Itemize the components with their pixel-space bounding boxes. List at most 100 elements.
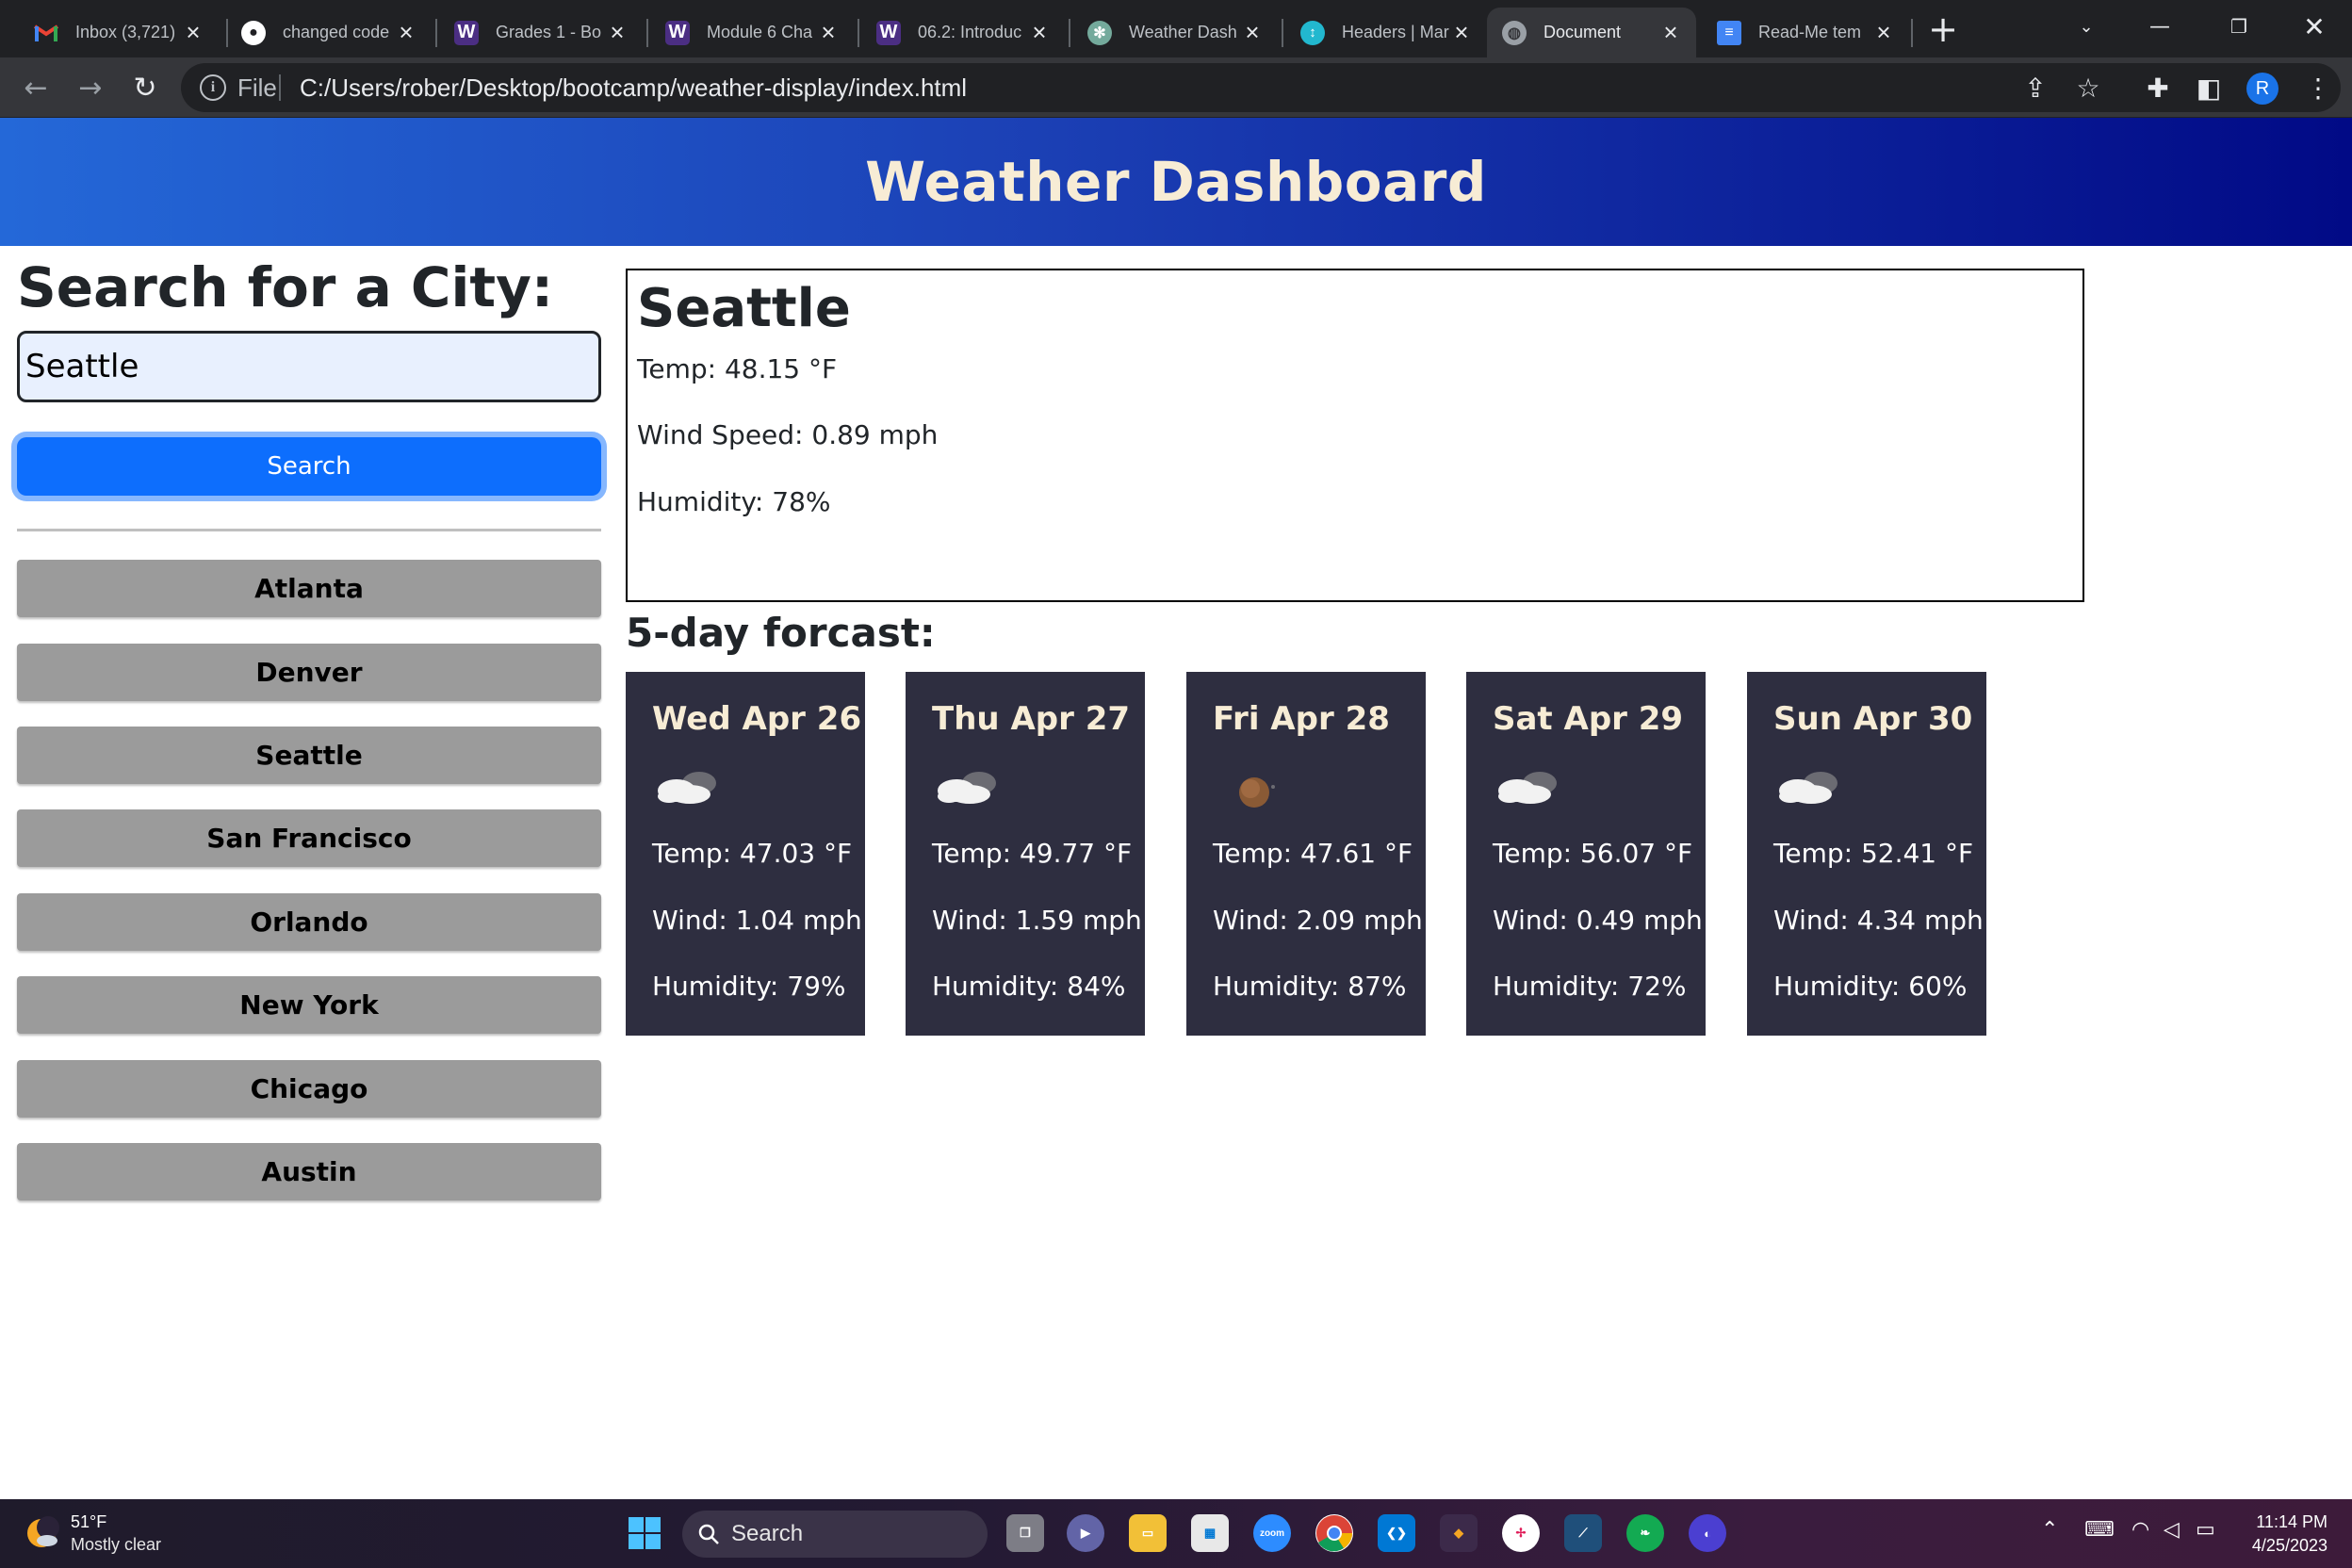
- forecast-card: Fri Apr 28 Temp: 47.61 °F Wind: 2.09 mph…: [1186, 672, 1426, 1036]
- moon-icon: [1239, 777, 1275, 808]
- zoom-icon[interactable]: zoom: [1253, 1514, 1291, 1552]
- mysql-workbench-icon[interactable]: ⟋: [1564, 1514, 1602, 1552]
- battery-icon[interactable]: ▭: [2196, 1518, 2215, 1542]
- forecast-wind: Wind: 1.59 mph: [932, 905, 1142, 936]
- forecast-wind: Wind: 1.04 mph: [652, 905, 862, 936]
- tab-weather-dash[interactable]: ✻ Weather Dash ×: [1072, 8, 1278, 57]
- tab-readme[interactable]: ≡ Read-Me tem ×: [1702, 8, 1909, 57]
- taskbar-search-label: Search: [731, 1521, 804, 1546]
- more-menu-icon[interactable]: ⋮: [2299, 69, 2337, 106]
- reload-icon[interactable]: ↻: [126, 69, 164, 106]
- forecast-temp: Temp: 47.03 °F: [652, 838, 853, 869]
- current-city-name: Seattle: [637, 278, 851, 339]
- microsoft-store-icon[interactable]: ▦: [1191, 1514, 1229, 1552]
- git-kraken-icon[interactable]: ◆: [1440, 1514, 1478, 1552]
- close-tab-icon[interactable]: ×: [605, 18, 629, 46]
- search-button[interactable]: Search: [17, 437, 601, 496]
- restore-icon[interactable]: ❐: [2211, 8, 2267, 45]
- profile-avatar[interactable]: R: [2246, 73, 2278, 105]
- tab-module6[interactable]: W Module 6 Cha ×: [650, 8, 854, 57]
- keyboard-icon[interactable]: ⌨: [2084, 1518, 2115, 1542]
- forecast-humidity: Humidity: 60%: [1773, 971, 1968, 1002]
- tray-overflow-icon[interactable]: ⌃: [2041, 1518, 2058, 1542]
- close-tab-icon[interactable]: ×: [816, 18, 841, 46]
- close-tab-icon[interactable]: ×: [394, 18, 418, 46]
- taskbar-clock[interactable]: 11:14 PM 4/25/2023: [2252, 1511, 2328, 1558]
- github-icon: ●: [241, 20, 266, 45]
- forecast-temp: Temp: 49.77 °F: [932, 838, 1133, 869]
- side-panel-icon[interactable]: ◧: [2190, 69, 2228, 106]
- uw-icon: W: [454, 20, 479, 45]
- close-tab-icon[interactable]: ×: [1027, 18, 1052, 46]
- history-city-button[interactable]: Austin: [17, 1143, 601, 1200]
- history-city-button[interactable]: Seattle: [17, 727, 601, 784]
- tab-github[interactable]: ● changed code ×: [226, 8, 432, 57]
- current-weather-panel: Seattle Temp: 48.15 °F Wind Speed: 0.89 …: [626, 269, 2084, 602]
- tab-search-chevron-icon[interactable]: ⌄: [2058, 8, 2115, 45]
- close-tab-icon[interactable]: ×: [1658, 18, 1683, 46]
- close-tab-icon[interactable]: ×: [1871, 18, 1896, 46]
- slack-icon[interactable]: ✢: [1502, 1514, 1540, 1552]
- teams-chat-icon[interactable]: ▶: [1067, 1514, 1104, 1552]
- history-city-button[interactable]: Atlanta: [17, 560, 601, 617]
- sidebar-divider: [17, 529, 601, 531]
- close-tab-icon[interactable]: ×: [1449, 18, 1474, 46]
- taskbar-search-box[interactable]: Search: [682, 1511, 988, 1558]
- close-tab-icon[interactable]: ×: [1240, 18, 1265, 46]
- current-humidity: Humidity: 78%: [637, 486, 831, 517]
- tab-gmail[interactable]: Inbox (3,721) ×: [19, 8, 219, 57]
- bookmark-star-icon[interactable]: ☆: [2069, 69, 2107, 106]
- forecast-temp: Temp: 52.41 °F: [1773, 838, 1974, 869]
- volume-icon[interactable]: ◁: [2164, 1518, 2180, 1542]
- scheme-label: File: [237, 74, 277, 102]
- close-tab-icon[interactable]: ×: [181, 18, 205, 46]
- globe-icon: ◍: [1502, 20, 1527, 45]
- uw-icon: W: [876, 20, 901, 45]
- tab-document[interactable]: ◍ Document ×: [1487, 8, 1696, 57]
- chrome-icon[interactable]: [1315, 1514, 1353, 1552]
- file-explorer-icon[interactable]: ▭: [1129, 1514, 1167, 1552]
- new-tab-button[interactable]: +: [1926, 11, 1960, 47]
- forward-arrow-icon[interactable]: →: [72, 69, 109, 106]
- forecast-temp: Temp: 47.61 °F: [1213, 838, 1413, 869]
- windows-taskbar: 51°F Mostly clear Search ❐ ▶ ▭ ▦ zoom ❮❯…: [0, 1499, 2352, 1568]
- close-window-icon[interactable]: ✕: [2286, 8, 2343, 45]
- chatgpt-icon: ✻: [1087, 20, 1112, 45]
- app-icon[interactable]: ◐: [1689, 1514, 1726, 1552]
- tab-grades[interactable]: W Grades 1 - Bo ×: [439, 8, 643, 57]
- clock-date: 4/25/2023: [2251, 1536, 2328, 1555]
- page-header: Weather Dashboard: [0, 118, 2352, 246]
- forecast-heading: 5-day forcast:: [626, 610, 936, 656]
- mongodb-compass-icon[interactable]: ❧: [1626, 1514, 1664, 1552]
- moon-cloud-icon: [27, 1516, 59, 1547]
- vscode-icon[interactable]: ❮❯: [1378, 1514, 1415, 1552]
- forecast-card: Sun Apr 30 Temp: 52.41 °F Wind: 4.34 mph…: [1747, 672, 1986, 1036]
- forecast-card: Wed Apr 26 Temp: 47.03 °F Wind: 1.04 mph…: [626, 672, 865, 1036]
- tab-headers[interactable]: ↕ Headers | Mar ×: [1285, 8, 1487, 57]
- history-city-button[interactable]: San Francisco: [17, 809, 601, 867]
- markdown-guide-icon: ↕: [1300, 20, 1325, 45]
- share-icon[interactable]: ⇪: [2017, 69, 2054, 106]
- wifi-icon[interactable]: ◠: [2132, 1518, 2149, 1542]
- forecast-date: Sat Apr 29: [1493, 700, 1684, 738]
- windows-start-icon[interactable]: [626, 1514, 663, 1552]
- forecast-wind: Wind: 0.49 mph: [1493, 905, 1703, 936]
- history-city-button[interactable]: New York: [17, 976, 601, 1034]
- site-info-icon[interactable]: i: [200, 74, 226, 101]
- city-search-input[interactable]: Seattle: [17, 331, 601, 402]
- back-arrow-icon[interactable]: ←: [17, 69, 55, 106]
- gmail-icon: [34, 21, 58, 45]
- task-view-icon[interactable]: ❐: [1006, 1514, 1044, 1552]
- browser-tab-strip: Inbox (3,721) × ● changed code × W Grade…: [0, 0, 2352, 57]
- extensions-puzzle-icon[interactable]: ✚: [2139, 69, 2177, 106]
- minimize-icon[interactable]: —: [2132, 8, 2188, 45]
- history-city-button[interactable]: Chicago: [17, 1060, 601, 1118]
- taskbar-weather-desc: Mostly clear: [71, 1535, 162, 1554]
- forecast-humidity: Humidity: 84%: [932, 971, 1126, 1002]
- history-city-button[interactable]: Denver: [17, 644, 601, 701]
- tab-intro[interactable]: W 06.2: Introduc ×: [861, 8, 1065, 57]
- url-text[interactable]: C:/Users/rober/Desktop/bootcamp/weather-…: [300, 74, 967, 103]
- forecast-wind: Wind: 4.34 mph: [1773, 905, 1984, 936]
- forecast-date: Sun Apr 30: [1773, 700, 1973, 738]
- history-city-button[interactable]: Orlando: [17, 893, 601, 951]
